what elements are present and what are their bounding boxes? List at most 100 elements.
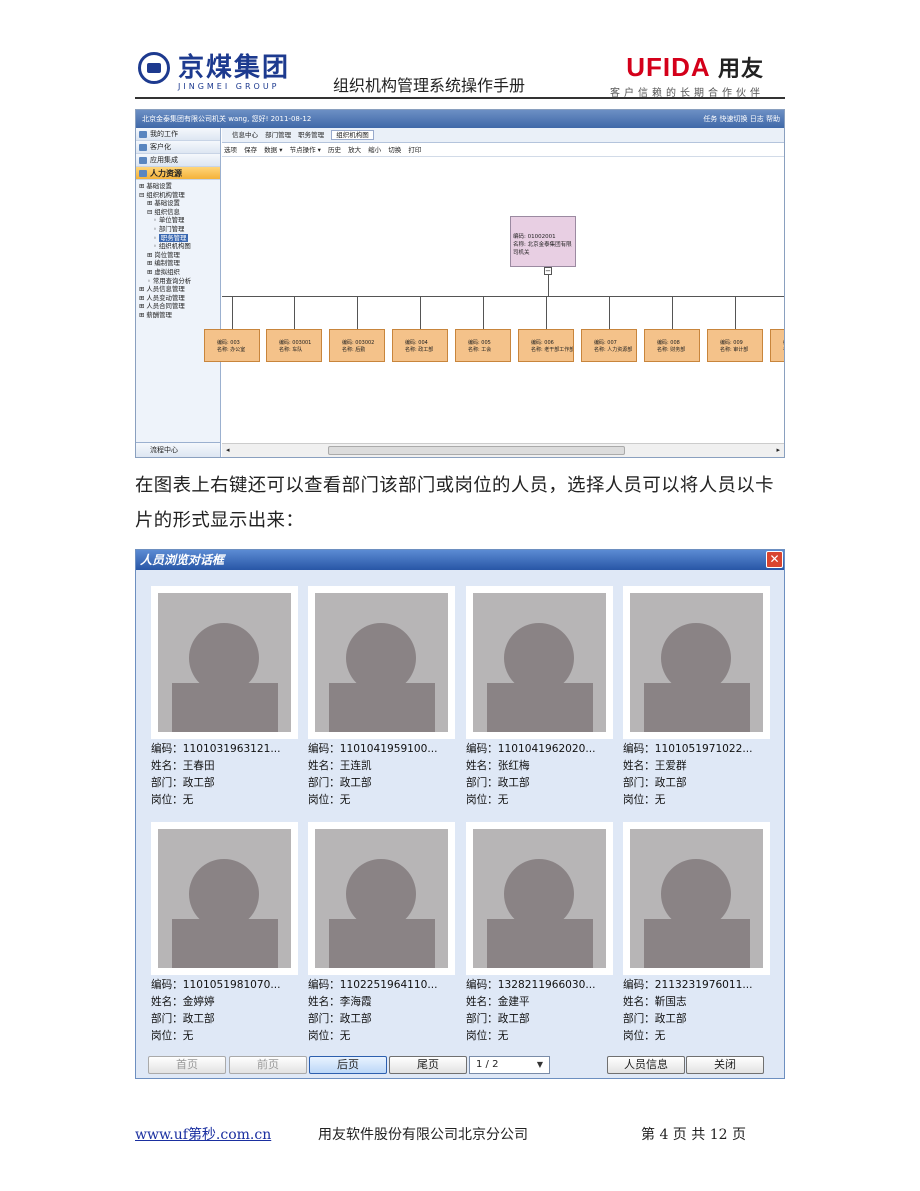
org-node[interactable]: 编码: 009 名称: 审计部 [707, 329, 763, 362]
person-photo [623, 822, 770, 975]
first-page-button[interactable]: 首页 [148, 1056, 226, 1074]
person-card[interactable]: 编码：1101031963121... 姓名：王春田 部门：政工部 岗位：无 [151, 586, 299, 809]
org-node-code: 编码: 003 [217, 340, 240, 346]
person-post: 岗位：无 [466, 794, 509, 806]
tab-dept-mgmt[interactable]: 部门管理 [265, 131, 291, 139]
person-card[interactable]: 编码：1101041959100... 姓名：王连凯 部门：政工部 岗位：无 [308, 586, 456, 809]
tree-item[interactable]: ⊞ 人员合同管理 [139, 302, 220, 311]
tree-item[interactable]: ◦ 组织机构图 [139, 242, 220, 251]
toolbar-print[interactable]: 打印 [408, 146, 421, 154]
connector [609, 296, 610, 329]
connector [420, 296, 421, 329]
toolbar-history[interactable]: 历史 [328, 146, 341, 154]
person-code: 编码：1101051981070... [151, 979, 281, 991]
person-card[interactable]: 编码：1101041962020... 姓名：张红梅 部门：政工部 岗位：无 [466, 586, 614, 809]
scroll-left-icon[interactable]: ◂ [226, 446, 230, 454]
tree-item[interactable]: ⊞ 人员信息管理 [139, 285, 220, 294]
person-code: 编码：1101031963121... [151, 743, 281, 755]
org-node[interactable]: 编码: 003 名称: 办公室 [204, 329, 260, 362]
person-photo [151, 586, 298, 739]
page-select[interactable]: 1 / 2 ▼ [469, 1056, 550, 1074]
toolbar-zoom-out[interactable]: 缩小 [368, 146, 381, 154]
nav-hr[interactable]: 人力资源 [136, 167, 220, 180]
tree-item[interactable]: ⊞ 薪酬管理 [139, 311, 220, 320]
avatar-placeholder-icon [473, 593, 606, 732]
person-info-button[interactable]: 人员信息 [607, 1056, 685, 1074]
person-code: 编码：1102251964110... [308, 979, 438, 991]
scroll-thumb[interactable] [328, 446, 625, 455]
org-node[interactable]: 编码: 005 名称: 工会 [455, 329, 511, 362]
person-card[interactable]: 编码：1328211966030... 姓名：金建平 部门：政工部 岗位：无 [466, 822, 614, 1045]
person-photo [466, 586, 613, 739]
person-post: 岗位：无 [308, 1030, 351, 1042]
person-card[interactable]: 编码：1102251964110... 姓名：李海霞 部门：政工部 岗位：无 [308, 822, 456, 1045]
person-dept: 部门：政工部 [308, 1013, 372, 1025]
avatar-body [644, 919, 750, 968]
tree-item-selected[interactable]: ◦ 职务管理 [139, 233, 220, 243]
tree-item[interactable]: ⊞ 编制管理 [139, 259, 220, 268]
tree-item[interactable]: ⊞ 基础设置 [139, 182, 220, 191]
tree-item[interactable]: ◦ 单位管理 [139, 216, 220, 225]
tab-org-chart[interactable]: 组织机构图 [331, 130, 374, 140]
avatar-body [487, 919, 593, 968]
last-page-button[interactable]: 尾页 [389, 1056, 467, 1074]
person-photo [308, 586, 455, 739]
person-dept: 部门：政工部 [466, 777, 530, 789]
tree-item[interactable]: ◦ 常用查询分析 [139, 277, 220, 286]
root-node-name-cont: 司机关 [513, 250, 530, 256]
person-info: 编码：1101041959100... 姓名：王连凯 部门：政工部 岗位：无 [308, 741, 456, 809]
titlebar-actions[interactable]: 任务 快速切换 日志 帮助 [703, 110, 780, 128]
person-card[interactable]: 编码：2113231976011... 姓名：靳国志 部门：政工部 岗位：无 [623, 822, 771, 1045]
nav-my-work[interactable]: 我的工作 [136, 128, 220, 141]
nav-customize[interactable]: 客户化 [136, 141, 220, 154]
org-chart-canvas: 编码: 01002001 名称: 北京金泰集团有限 司机关 − 编码: 003 名… [204, 157, 784, 443]
nav-process-center[interactable]: 流程中心 [136, 442, 220, 457]
org-node[interactable]: 编码: 004 名称: 政工部 [392, 329, 448, 362]
person-name: 姓名：王连凯 [308, 760, 372, 772]
org-node-name: 名称: 车队 [279, 347, 303, 353]
person-card[interactable]: 编码：1101051971022... 姓名：王爱群 部门：政工部 岗位：无 [623, 586, 771, 809]
person-post: 岗位：无 [308, 794, 351, 806]
toolbar-node-ops[interactable]: 节点操作 ▾ [290, 146, 321, 154]
org-node[interactable]: 编码: 008 名称: 财务部 [644, 329, 700, 362]
nav-integration[interactable]: 应用集成 [136, 154, 220, 167]
scroll-right-icon[interactable]: ▸ [776, 446, 780, 454]
connector [672, 296, 673, 329]
footer-link[interactable]: www.uf第秒.com.cn [135, 1124, 271, 1144]
root-node[interactable]: 编码: 01002001 名称: 北京金泰集团有限 司机关 [510, 216, 576, 267]
toolbar-switch[interactable]: 切换 [388, 146, 401, 154]
person-dept: 部门：政工部 [623, 777, 687, 789]
toolbar-zoom-in[interactable]: 放大 [348, 146, 361, 154]
org-node-code: 编码: 003001 [279, 340, 312, 346]
close-icon[interactable]: ✕ [766, 551, 783, 568]
jingmei-logo: 京煤集团 JINGMEI GROUP [138, 52, 290, 91]
person-card[interactable]: 编码：1101051981070... 姓名：金婷婷 部门：政工部 岗位：无 [151, 822, 299, 1045]
person-name: 姓名：李海霞 [308, 996, 372, 1008]
horizontal-scrollbar[interactable]: ◂ ▸ [222, 443, 784, 457]
sidebar: 我的工作 客户化 应用集成 人力资源 ⊞ 基础设置 ⊟ 组织机构管理 ⊞ 基础设… [136, 128, 221, 457]
person-dept: 部门：政工部 [151, 1013, 215, 1025]
person-info: 编码：1101041962020... 姓名：张红梅 部门：政工部 岗位：无 [466, 741, 614, 809]
tree-item[interactable]: ⊟ 组织机构管理 [139, 191, 220, 200]
person-dept: 部门：政工部 [466, 1013, 530, 1025]
toolbar-save[interactable]: 保存 [244, 146, 257, 154]
org-node[interactable]: 编码: 007 名称: 人力资源部 [581, 329, 637, 362]
dialog-title: 人员浏览对话框 [140, 553, 225, 567]
tab-info-center[interactable]: 信息中心 [232, 131, 258, 139]
collapse-toggle-icon[interactable]: − [544, 267, 552, 275]
org-node[interactable]: 编码: 006 名称: 老干部工作部 [518, 329, 574, 362]
tab-duty-mgmt[interactable]: 职务管理 [298, 131, 324, 139]
tree-item[interactable]: ◦ 部门管理 [139, 225, 220, 234]
org-node-code: 编码: 007 [594, 340, 617, 346]
org-node-code: 编码: 008 [657, 340, 680, 346]
org-node[interactable]: 编码: 003001 名称: 车队 [266, 329, 322, 362]
toolbar-options[interactable]: 选项 [224, 146, 237, 154]
org-node[interactable]: 编码: 003002 名称: 后勤 [329, 329, 385, 362]
tree-item[interactable]: ⊞ 基础设置 [139, 199, 220, 208]
next-page-button[interactable]: 后页 [309, 1056, 387, 1074]
tree-item[interactable]: ⊞ 虚拟组织 [139, 268, 220, 277]
close-button[interactable]: 关闭 [686, 1056, 764, 1074]
org-node[interactable]: 编名 [770, 329, 784, 362]
toolbar-data[interactable]: 数据 ▾ [264, 146, 282, 154]
prev-page-button[interactable]: 前页 [229, 1056, 307, 1074]
